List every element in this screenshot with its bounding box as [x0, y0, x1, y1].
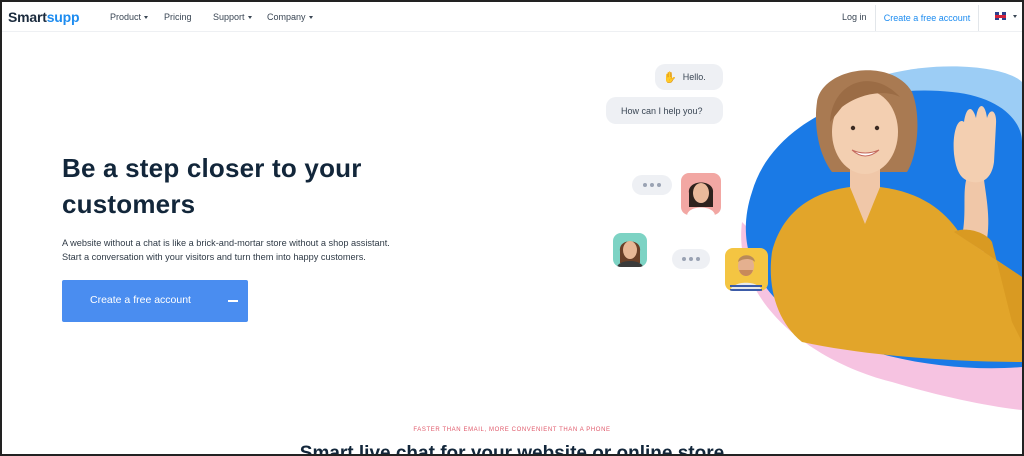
hero-subtitle: A website without a chat is like a brick… [62, 236, 462, 264]
nav-company[interactable]: Company [267, 12, 313, 22]
nav-product-label: Product [110, 12, 142, 22]
nav-create-account-label: Create a free account [883, 13, 971, 23]
smartsupp-logo[interactable]: Smartsupp [8, 9, 80, 25]
avatar-woman-icon [687, 182, 715, 215]
avatar [725, 248, 768, 291]
section-tagline: FASTER THAN EMAIL, MORE CONVENIENT THAN … [413, 427, 611, 433]
hero-headline: Be a step closer to your customers [62, 153, 362, 219]
chat-bubble-help: How can I help you? [606, 97, 723, 124]
chevron-down-icon [308, 16, 313, 20]
top-navigation: Smartsupp Product Pricing Support Compan… [2, 2, 1022, 32]
chevron-down-icon [1013, 14, 1017, 18]
logo-text-smart: Smart [8, 9, 47, 25]
login-link[interactable]: Log in [842, 12, 867, 22]
nav-company-label: Company [267, 12, 306, 22]
avatar-man-icon [730, 255, 762, 291]
section-title: Smart live chat for your website or onli… [299, 443, 725, 454]
nav-create-account-button[interactable]: Create a free account [875, 5, 979, 31]
hero-illustration [741, 66, 1022, 410]
dash-icon [228, 300, 238, 302]
chevron-down-icon [144, 16, 149, 20]
page: Smartsupp Product Pricing Support Compan… [2, 2, 1022, 454]
hero-subtitle-line-1: A website without a chat is like a brick… [62, 238, 390, 248]
waving-hand-icon: ✋ [663, 71, 677, 84]
hero-create-account-button[interactable]: Create a free account [62, 280, 248, 322]
hero-create-account-label: Create a free account [90, 294, 191, 306]
avatar-woman-icon [617, 241, 643, 267]
typing-indicator [672, 249, 710, 269]
nav-support-label: Support [213, 12, 245, 22]
chevron-down-icon [247, 16, 252, 20]
avatar [613, 233, 647, 267]
chat-bubble-help-text: How can I help you? [621, 105, 703, 116]
avatar [681, 173, 721, 215]
hero-subtitle-line-2: Start a conversation with your visitors … [62, 252, 366, 262]
chat-bubble-hello: ✋ Hello. [655, 64, 723, 90]
language-selector[interactable] [995, 12, 1017, 20]
nav-support[interactable]: Support [213, 12, 252, 22]
nav-product[interactable]: Product [110, 12, 149, 22]
nav-pricing[interactable]: Pricing [164, 12, 192, 22]
typing-indicator [632, 175, 672, 195]
uk-flag-icon [995, 12, 1006, 20]
chat-bubble-hello-text: Hello. [682, 72, 706, 82]
nav-pricing-label: Pricing [164, 12, 192, 22]
logo-text-supp: supp [46, 9, 80, 25]
